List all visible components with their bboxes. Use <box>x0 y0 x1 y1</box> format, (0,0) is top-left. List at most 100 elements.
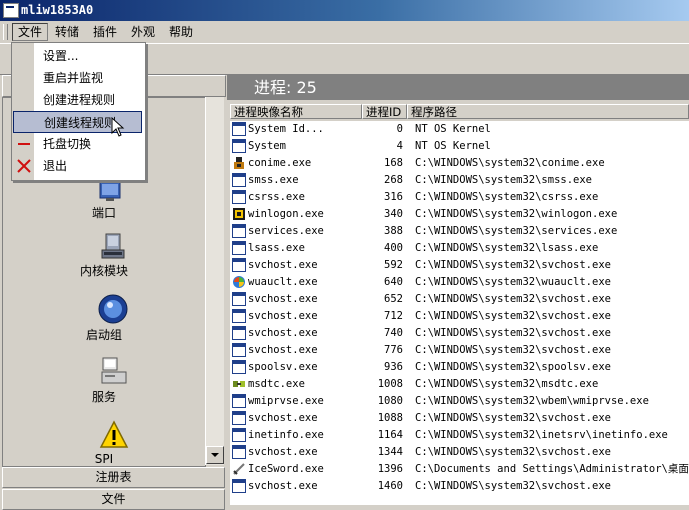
process-path: C:\WINDOWS\system32\spoolsv.exe <box>415 361 611 373</box>
menu-plugins[interactable]: 插件 <box>88 24 122 40</box>
process-name: svchost.exe <box>248 446 318 458</box>
process-name: wmiprvse.exe <box>248 395 324 407</box>
menu-item-label: 重启并监视 <box>43 71 104 85</box>
service-icon <box>101 357 127 384</box>
nav-scrollbar[interactable] <box>205 97 224 465</box>
process-id: 592 <box>384 259 403 271</box>
msdtc-icon <box>232 377 246 391</box>
table-row[interactable]: svchost.exe 740 C:\WINDOWS\system32\svchos… <box>230 325 689 342</box>
menu-appearance[interactable]: 外观 <box>126 24 160 40</box>
menu-item-exit[interactable]: 退出 <box>12 155 145 177</box>
process-path: C:\WINDOWS\system32\winlogon.exe <box>415 208 618 220</box>
process-path: NT OS Kernel <box>415 123 491 135</box>
process-panel: 进程: 25 进程映像名称 进程ID 程序路径 System Id... 0 NT … <box>227 75 689 505</box>
process-name: IceSword.exe <box>248 463 324 475</box>
process-path: C:\WINDOWS\system32\msdtc.exe <box>415 378 599 390</box>
window-icon <box>232 190 246 204</box>
process-id: 168 <box>384 157 403 169</box>
process-name: csrss.exe <box>248 191 305 203</box>
process-id: 652 <box>384 293 403 305</box>
table-row[interactable]: svchost.exe 712 C:\WINDOWS\system32\svchos… <box>230 308 689 325</box>
process-name: svchost.exe <box>248 480 318 492</box>
app-icon[interactable] <box>3 3 19 18</box>
process-id: 776 <box>384 344 403 356</box>
table-row[interactable]: IceSword.exe 1396 C:\Documents and Setting… <box>230 461 689 478</box>
table-row[interactable]: System Id... 0 NT OS Kernel <box>230 121 689 138</box>
process-path: C:\WINDOWS\system32\svchost.exe <box>415 344 611 356</box>
process-id: 4 <box>396 140 403 152</box>
menu-help[interactable]: 帮助 <box>164 24 198 40</box>
menu-item-tray-toggle[interactable]: 托盘切换 <box>12 133 145 155</box>
process-path: C:\WINDOWS\system32\svchost.exe <box>415 259 611 271</box>
process-name: spoolsv.exe <box>248 361 318 373</box>
table-row[interactable]: svchost.exe 1460 C:\WINDOWS\system32\svcho… <box>230 478 689 495</box>
table-row[interactable]: System 4 NT OS Kernel <box>230 138 689 155</box>
table-row[interactable]: services.exe 388 C:\WINDOWS\system32\servi… <box>230 223 689 240</box>
table-header: 进程映像名称 进程ID 程序路径 <box>230 104 689 120</box>
process-path: C:\WINDOWS\system32\services.exe <box>415 225 618 237</box>
table-row[interactable]: svchost.exe 1088 C:\WINDOWS\system32\svcho… <box>230 410 689 427</box>
table-row[interactable]: winlogon.exe 340 C:\WINDOWS\system32\winlo… <box>230 206 689 223</box>
scroll-down-button[interactable] <box>206 446 224 464</box>
table-row[interactable]: wuauclt.exe 640 C:\WINDOWS\system32\wuaucl… <box>230 274 689 291</box>
section-files[interactable]: 文件 <box>2 489 225 510</box>
process-path: C:\WINDOWS\system32\inetsrv\inetinfo.exe <box>415 429 668 441</box>
process-path: C:\WINDOWS\system32\svchost.exe <box>415 446 611 458</box>
window-icon <box>232 411 246 425</box>
nav-item-label: SPI <box>94 452 114 466</box>
port-icon <box>99 181 121 201</box>
process-id: 740 <box>384 327 403 339</box>
process-id: 388 <box>384 225 403 237</box>
process-name: lsass.exe <box>248 242 305 254</box>
window-icon <box>232 360 246 374</box>
process-name: System Id... <box>248 123 324 135</box>
table-row[interactable]: csrss.exe 316 C:\WINDOWS\system32\csrss.ex… <box>230 189 689 206</box>
table-row[interactable]: inetinfo.exe 1164 C:\WINDOWS\system32\inet… <box>230 427 689 444</box>
table-row[interactable]: svchost.exe 652 C:\WINDOWS\system32\svchos… <box>230 291 689 308</box>
table-row[interactable]: svchost.exe 1344 C:\WINDOWS\system32\svcho… <box>230 444 689 461</box>
column-path[interactable]: 程序路径 <box>407 104 689 119</box>
menu-item-settings[interactable]: 设置... <box>12 45 145 67</box>
process-path: C:\WINDOWS\system32\smss.exe <box>415 174 593 186</box>
table-row[interactable]: msdtc.exe 1008 C:\WINDOWS\system32\msdtc.e… <box>230 376 689 393</box>
menu-dump[interactable]: 转储 <box>50 24 84 40</box>
column-pid[interactable]: 进程ID <box>362 104 407 119</box>
process-path: C:\WINDOWS\system32\svchost.exe <box>415 412 611 424</box>
process-name: svchost.exe <box>248 344 318 356</box>
table-row[interactable]: svchost.exe 592 C:\WINDOWS\system32\svchos… <box>230 257 689 274</box>
process-path: C:\WINDOWS\system32\svchost.exe <box>415 310 611 322</box>
process-id: 1460 <box>377 480 403 492</box>
table-row[interactable]: spoolsv.exe 936 C:\WINDOWS\system32\spools… <box>230 359 689 376</box>
process-id: 1344 <box>377 446 403 458</box>
window-icon <box>232 139 246 153</box>
table-row[interactable]: svchost.exe 776 C:\WINDOWS\system32\svchos… <box>230 342 689 359</box>
process-id: 0 <box>396 123 403 135</box>
process-path: C:\WINDOWS\system32\svchost.exe <box>415 327 611 339</box>
process-name: svchost.exe <box>248 259 318 271</box>
process-path: C:\Documents and Settings\Administrator\… <box>415 463 689 475</box>
process-id: 400 <box>384 242 403 254</box>
process-path: NT OS Kernel <box>415 140 491 152</box>
table-row[interactable]: conime.exe 168 C:\WINDOWS\system32\conime.… <box>230 155 689 172</box>
window-title: mliw1853A0 <box>21 3 94 17</box>
nav-item-label: 端口 <box>91 206 116 220</box>
section-registry[interactable]: 注册表 <box>2 467 225 488</box>
title-bar[interactable]: mliw1853A0 <box>0 0 689 21</box>
wuauclt-icon <box>232 275 246 289</box>
table-row[interactable]: wmiprvse.exe 1080 C:\WINDOWS\system32\wbem… <box>230 393 689 410</box>
menu-item-label: 退出 <box>43 159 68 173</box>
table-row[interactable]: lsass.exe 400 C:\WINDOWS\system32\lsass.ex… <box>230 240 689 257</box>
file-menu-dropdown: 设置... 重启并监视 创建进程规则 创建线程规则 托盘切换 退出 <box>11 42 146 181</box>
column-image-name[interactable]: 进程映像名称 <box>230 104 362 119</box>
menu-file[interactable]: 文件 <box>12 23 49 41</box>
menu-item-label: 托盘切换 <box>43 137 92 151</box>
menu-item-restart-monitor[interactable]: 重启并监视 <box>12 67 145 89</box>
menu-item-create-process-rule[interactable]: 创建进程规则 <box>12 89 145 111</box>
menu-item-label: 设置... <box>43 49 79 63</box>
process-name: conime.exe <box>248 157 312 169</box>
process-name: msdtc.exe <box>248 378 305 390</box>
process-name: svchost.exe <box>248 412 318 424</box>
process-id: 316 <box>384 191 403 203</box>
kernel-module-icon <box>101 233 125 259</box>
table-row[interactable]: smss.exe 268 C:\WINDOWS\system32\smss.exe <box>230 172 689 189</box>
